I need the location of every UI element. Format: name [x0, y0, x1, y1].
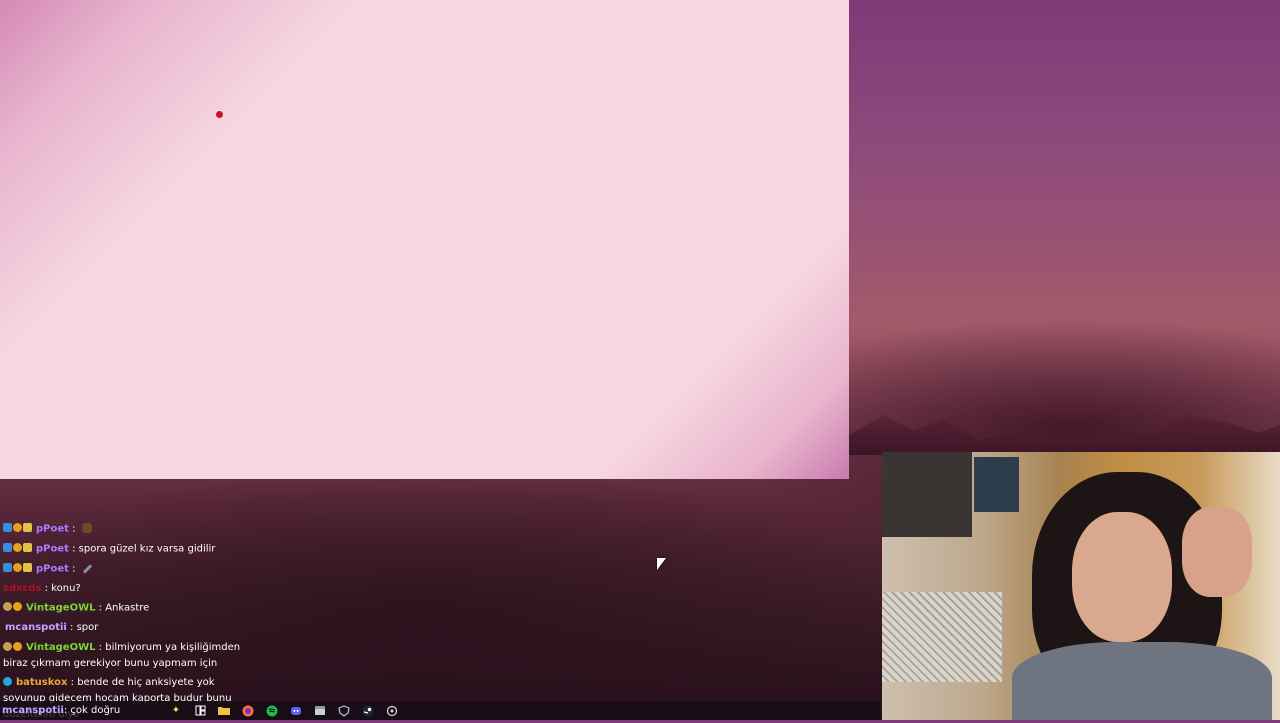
- webcam-bed: [882, 592, 1002, 682]
- bits-badge-icon: [3, 641, 12, 651]
- vpn-icon[interactable]: [338, 704, 350, 717]
- chat-separator: :: [68, 543, 79, 555]
- chat-message: pPoet :: [0, 559, 330, 579]
- chat-message: zdxcds : konu?: [0, 580, 330, 599]
- webcam-poster: [974, 457, 1019, 512]
- chat-message: pPoet :: [0, 519, 330, 539]
- crown-badge-icon: [23, 562, 32, 572]
- chat-separator: :: [95, 642, 106, 654]
- chat-message: VintageOWL : Ankastre: [0, 598, 330, 618]
- firefox-icon[interactable]: [242, 705, 254, 717]
- chat-separator: :: [95, 602, 106, 614]
- task-view-icon[interactable]: [194, 705, 206, 717]
- hat-emote-icon: [81, 523, 92, 534]
- settings-icon[interactable]: [386, 705, 398, 717]
- chat-badges: [3, 674, 13, 690]
- crown-badge-icon: [23, 542, 32, 552]
- chat-badges: [3, 639, 23, 655]
- subscriber-badge-icon: [13, 522, 22, 532]
- steam-icon[interactable]: [362, 705, 374, 717]
- discord-icon[interactable]: [290, 705, 302, 717]
- browser-window-content[interactable]: [0, 0, 849, 479]
- spotify-icon[interactable]: [266, 705, 278, 717]
- subscriber-badge-icon: [13, 641, 22, 651]
- taskbar-icons: ✦: [164, 705, 404, 717]
- chat-username: pPoet: [36, 543, 69, 555]
- chat-message: pPoet : spora güzel kız varsa gidilir: [0, 539, 330, 559]
- chat-separator: :: [68, 563, 79, 575]
- prime-badge-icon: [3, 562, 12, 572]
- prime-badge-icon: [3, 542, 12, 552]
- chat-username: VintageOWL: [26, 602, 96, 614]
- chat-text: spor: [76, 621, 99, 633]
- chat-username: pPoet: [36, 523, 69, 535]
- chat-message: VintageOWL : bilmiyorum ya kişiliğimden …: [0, 637, 253, 672]
- chat-badges: [3, 559, 33, 578]
- chat-username: zdxcds: [3, 582, 42, 594]
- chat-separator: :: [66, 621, 77, 633]
- chat-separator: :: [67, 677, 78, 689]
- crown-badge-icon: [23, 522, 32, 532]
- chat-overlay: pPoet : pPoet : spora güzel kız varsa gi…: [0, 519, 330, 720]
- subscriber-badge-icon: [13, 542, 22, 552]
- file-explorer-icon[interactable]: [218, 705, 230, 717]
- chat-separator: :: [68, 523, 79, 535]
- subscriber-badge-icon: [13, 562, 22, 572]
- chat-username: VintageOWL: [26, 642, 96, 654]
- webcam-overlay: [882, 452, 1280, 720]
- cursor-highlight-dot: [216, 111, 223, 118]
- chat-username: batuskox: [16, 677, 68, 689]
- sparkle-icon[interactable]: ✦: [170, 705, 182, 717]
- chat-text: spora güzel kız varsa gidilir: [78, 543, 216, 555]
- chat-username: pPoet: [36, 563, 69, 575]
- files-icon[interactable]: [314, 705, 326, 717]
- input-text: : çok doğru: [63, 705, 121, 716]
- chat-input-preview[interactable]: mcanspotii: çok doğru: [2, 703, 162, 718]
- chat-username: mcanspotii: [5, 621, 67, 633]
- gem-badge-icon: [3, 676, 12, 686]
- chat-badges: [3, 539, 33, 558]
- chat-separator: :: [41, 582, 52, 594]
- chat-message: mcanspotii : spor: [0, 619, 330, 638]
- webcam-person-hand: [1182, 507, 1252, 597]
- input-username: mcanspotii: [2, 705, 64, 716]
- prime-badge-icon: [3, 522, 12, 532]
- taskbar: mcanspotii: çok doğru ✦: [0, 701, 880, 720]
- pen-emote-icon: [82, 564, 92, 574]
- chat-badges: [3, 519, 33, 538]
- chat-text: Ankastre: [105, 602, 150, 614]
- webcam-person-face: [1072, 512, 1172, 642]
- webcam-shelf: [882, 452, 972, 537]
- bits-badge-icon: [3, 601, 12, 611]
- webcam-person-shirt: [1012, 642, 1272, 720]
- subscriber-badge-icon: [13, 601, 22, 611]
- chat-text: konu?: [51, 582, 81, 594]
- chat-badges: [3, 598, 23, 617]
